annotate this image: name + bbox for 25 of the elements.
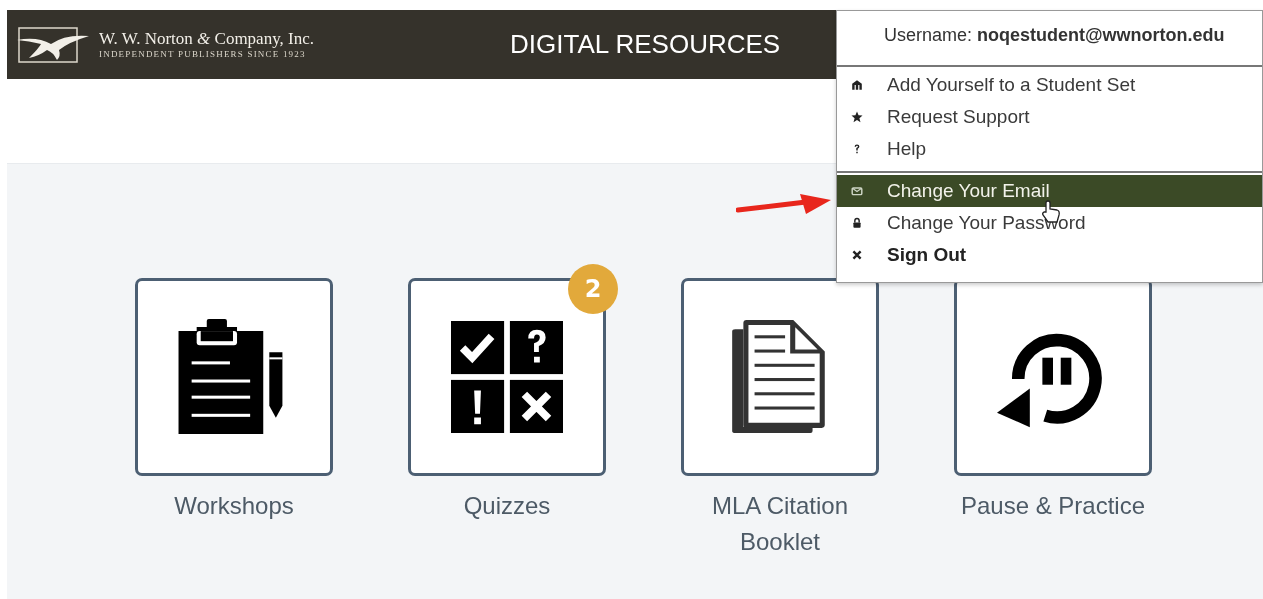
resource-tile[interactable] — [135, 278, 333, 476]
menu-item[interactable]: Change Your Password — [837, 207, 1262, 239]
menu-item[interactable]: Help — [837, 133, 1262, 165]
tile-label[interactable]: Pause & Practice — [960, 488, 1146, 524]
menu-item[interactable]: Sign Out — [837, 239, 1262, 271]
menu-item[interactable]: Change Your Email — [837, 175, 1262, 207]
tile-label[interactable]: Quizzes — [463, 488, 551, 524]
menu-item[interactable]: Add Yourself to a Student Set — [837, 69, 1262, 101]
star-icon — [851, 111, 863, 123]
tile-label[interactable]: MLA Citation Booklet — [681, 488, 879, 560]
building-icon — [851, 79, 863, 91]
seagull-logo-icon — [17, 25, 91, 64]
username-text: Username: noqestudent@wwnorton.edu — [884, 24, 1225, 46]
close-icon — [851, 249, 863, 261]
publisher-tagline: INDEPENDENT PUBLISHERS SINCE 1923 — [99, 48, 307, 59]
page-title: DIGITAL RESOURCES — [510, 29, 781, 60]
publisher-name: W. W. Norton & Company, Inc. — [99, 30, 315, 49]
count-badge: 2 — [568, 264, 618, 314]
resource-tile[interactable] — [408, 278, 606, 476]
tile-label[interactable]: Workshops — [174, 488, 294, 524]
resource-tile[interactable] — [681, 278, 879, 476]
menu-item[interactable]: Request Support — [837, 101, 1262, 133]
lock-icon — [851, 217, 863, 229]
quiz-grid-icon — [451, 319, 563, 435]
envelope-icon — [851, 185, 863, 197]
